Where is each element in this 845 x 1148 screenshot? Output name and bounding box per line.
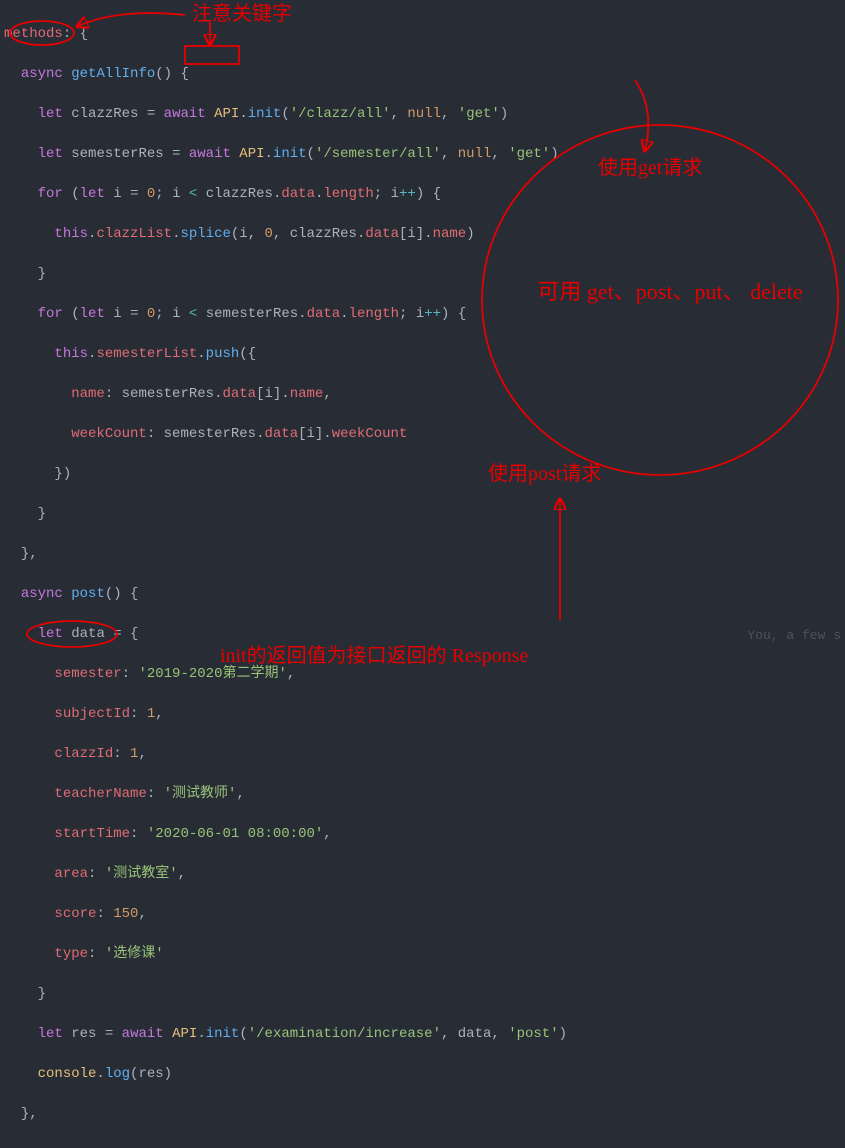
token-async: async <box>21 66 63 82</box>
token-methods: methods <box>4 26 63 42</box>
token-getAllInfo: getAllInfo <box>71 66 155 82</box>
token-await: await <box>164 106 206 122</box>
git-blame-text: You, a few s <box>747 626 841 646</box>
code-editor[interactable]: methods: { async getAllInfo() { let claz… <box>0 0 845 1148</box>
